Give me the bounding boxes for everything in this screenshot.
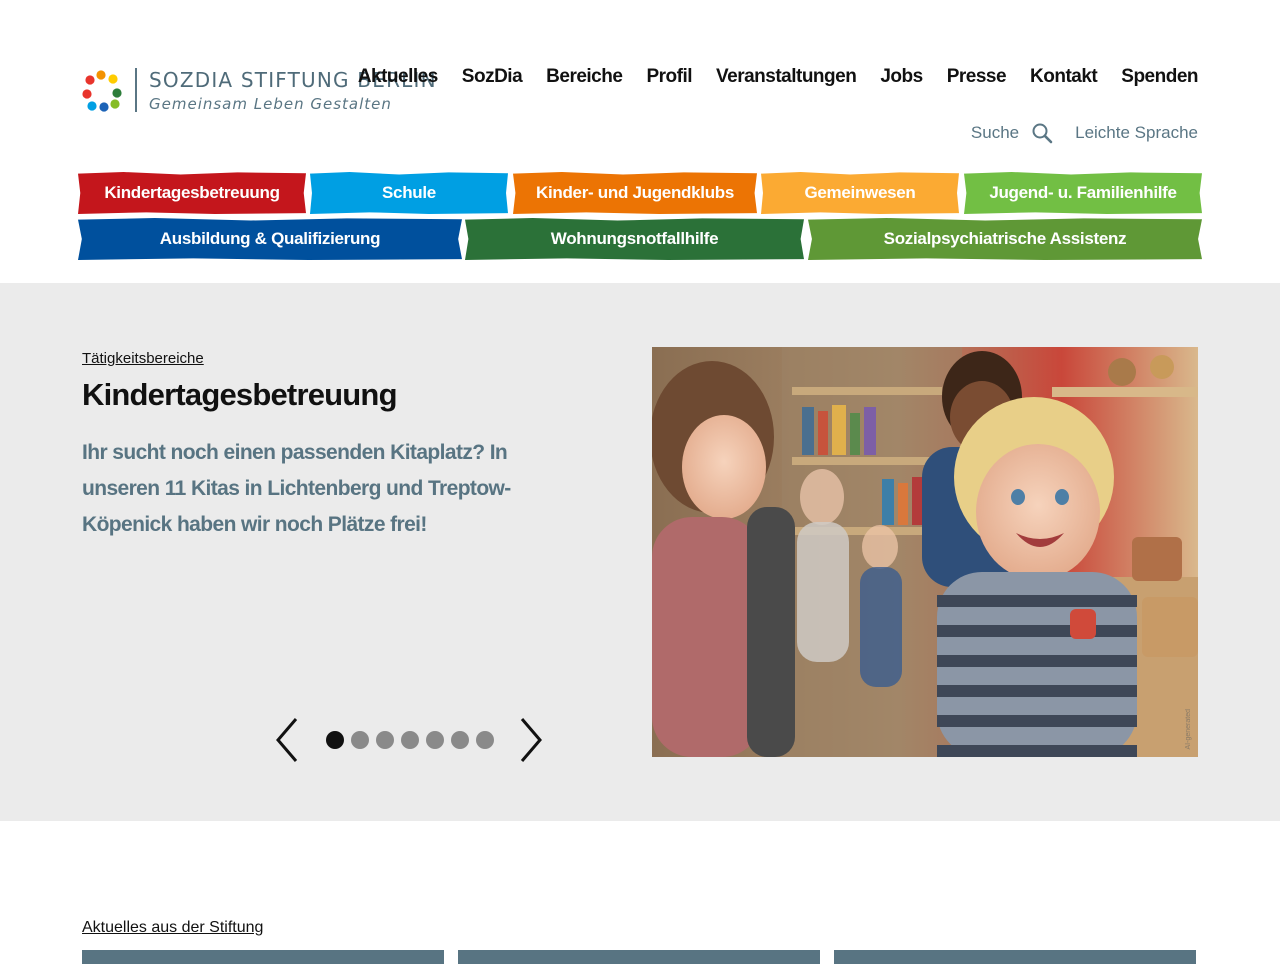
nav-sozdia[interactable]: SozDia [462, 66, 523, 88]
logo-dots-icon [82, 70, 122, 112]
search-button[interactable]: Suche [971, 122, 1053, 144]
category-familienhilfe[interactable]: Jugend- u. Familienhilfe [964, 172, 1202, 214]
hero-slider: Tätigkeitsbereiche Kindertagesbetreuung … [0, 283, 1280, 821]
slider-dots [326, 731, 494, 749]
news-card-3[interactable] [834, 950, 1196, 964]
search-label: Suche [970, 123, 1020, 142]
hero-text: Ihr sucht noch einen passenden Kitaplatz… [82, 441, 511, 536]
main-nav: Aktuelles SozDia Bereiche Profil Veranst… [358, 66, 1199, 88]
chevron-left-icon[interactable] [272, 715, 302, 765]
nav-presse[interactable]: Presse [947, 66, 1007, 88]
logo[interactable]: SOZDIA STIFTUNG BERLIN Gemeinsam Leben G… [82, 68, 436, 114]
nav-veranstaltungen[interactable]: Veranstaltungen [716, 66, 857, 88]
magnifier-icon [1032, 123, 1053, 144]
nav-kontakt[interactable]: Kontakt [1030, 66, 1098, 88]
image-credit: AI-generated [1185, 708, 1192, 749]
slider-dot-6[interactable] [451, 731, 469, 749]
striped-shirt [937, 572, 1137, 757]
utility-nav: Suche Leichte Sprache [971, 122, 1198, 144]
category-sozialpsychiatrie[interactable]: Sozialpsychiatrische Assistenz [808, 218, 1202, 260]
news-card-2[interactable] [458, 950, 820, 964]
easy-language-link[interactable]: Leichte Sprache [1075, 123, 1198, 143]
slider-dot-3[interactable] [376, 731, 394, 749]
news-heading-link[interactable]: Aktuelles aus der Stiftung [82, 919, 263, 937]
slider-dot-2[interactable] [351, 731, 369, 749]
category-row-1: Kindertagesbetreuung Schule Kinder- und … [78, 172, 1202, 214]
nav-aktuelles[interactable]: Aktuelles [358, 66, 438, 88]
photo-illustration [652, 347, 1198, 757]
category-gemeinwesen[interactable]: Gemeinwesen [761, 172, 959, 214]
category-ausbildung[interactable]: Ausbildung & Qualifizierung [78, 218, 462, 260]
nav-spenden[interactable]: Spenden [1121, 66, 1198, 88]
category-jugendklubs[interactable]: Kinder- und Jugendklubs [513, 172, 757, 214]
chevron-right-icon[interactable] [516, 715, 546, 765]
hero-image-children-playing: AI-generated [652, 347, 1198, 757]
news-card-1[interactable] [82, 950, 444, 964]
nav-jobs[interactable]: Jobs [880, 66, 923, 88]
slider-dot-4[interactable] [401, 731, 419, 749]
nav-bereiche[interactable]: Bereiche [546, 66, 623, 88]
hero-kicker-link[interactable]: Tätigkeitsbereiche [82, 350, 204, 367]
category-kindertagesbetreuung[interactable]: Kindertagesbetreuung [78, 172, 306, 214]
category-row-2: Ausbildung & Qualifizierung Wohnungsnotf… [78, 218, 1202, 260]
slider-dot-7[interactable] [476, 731, 494, 749]
hero-title: Kindertagesbetreuung [82, 377, 398, 412]
category-schule[interactable]: Schule [310, 172, 508, 214]
slider-dot-1[interactable] [326, 731, 344, 749]
logo-divider [135, 68, 137, 112]
slider-dot-5[interactable] [426, 731, 444, 749]
nav-profil[interactable]: Profil [646, 66, 692, 88]
category-wohnungsnotfallhilfe[interactable]: Wohnungsnotfallhilfe [465, 218, 804, 260]
brand-tagline: Gemeinsam Leben Gestalten [149, 95, 392, 113]
